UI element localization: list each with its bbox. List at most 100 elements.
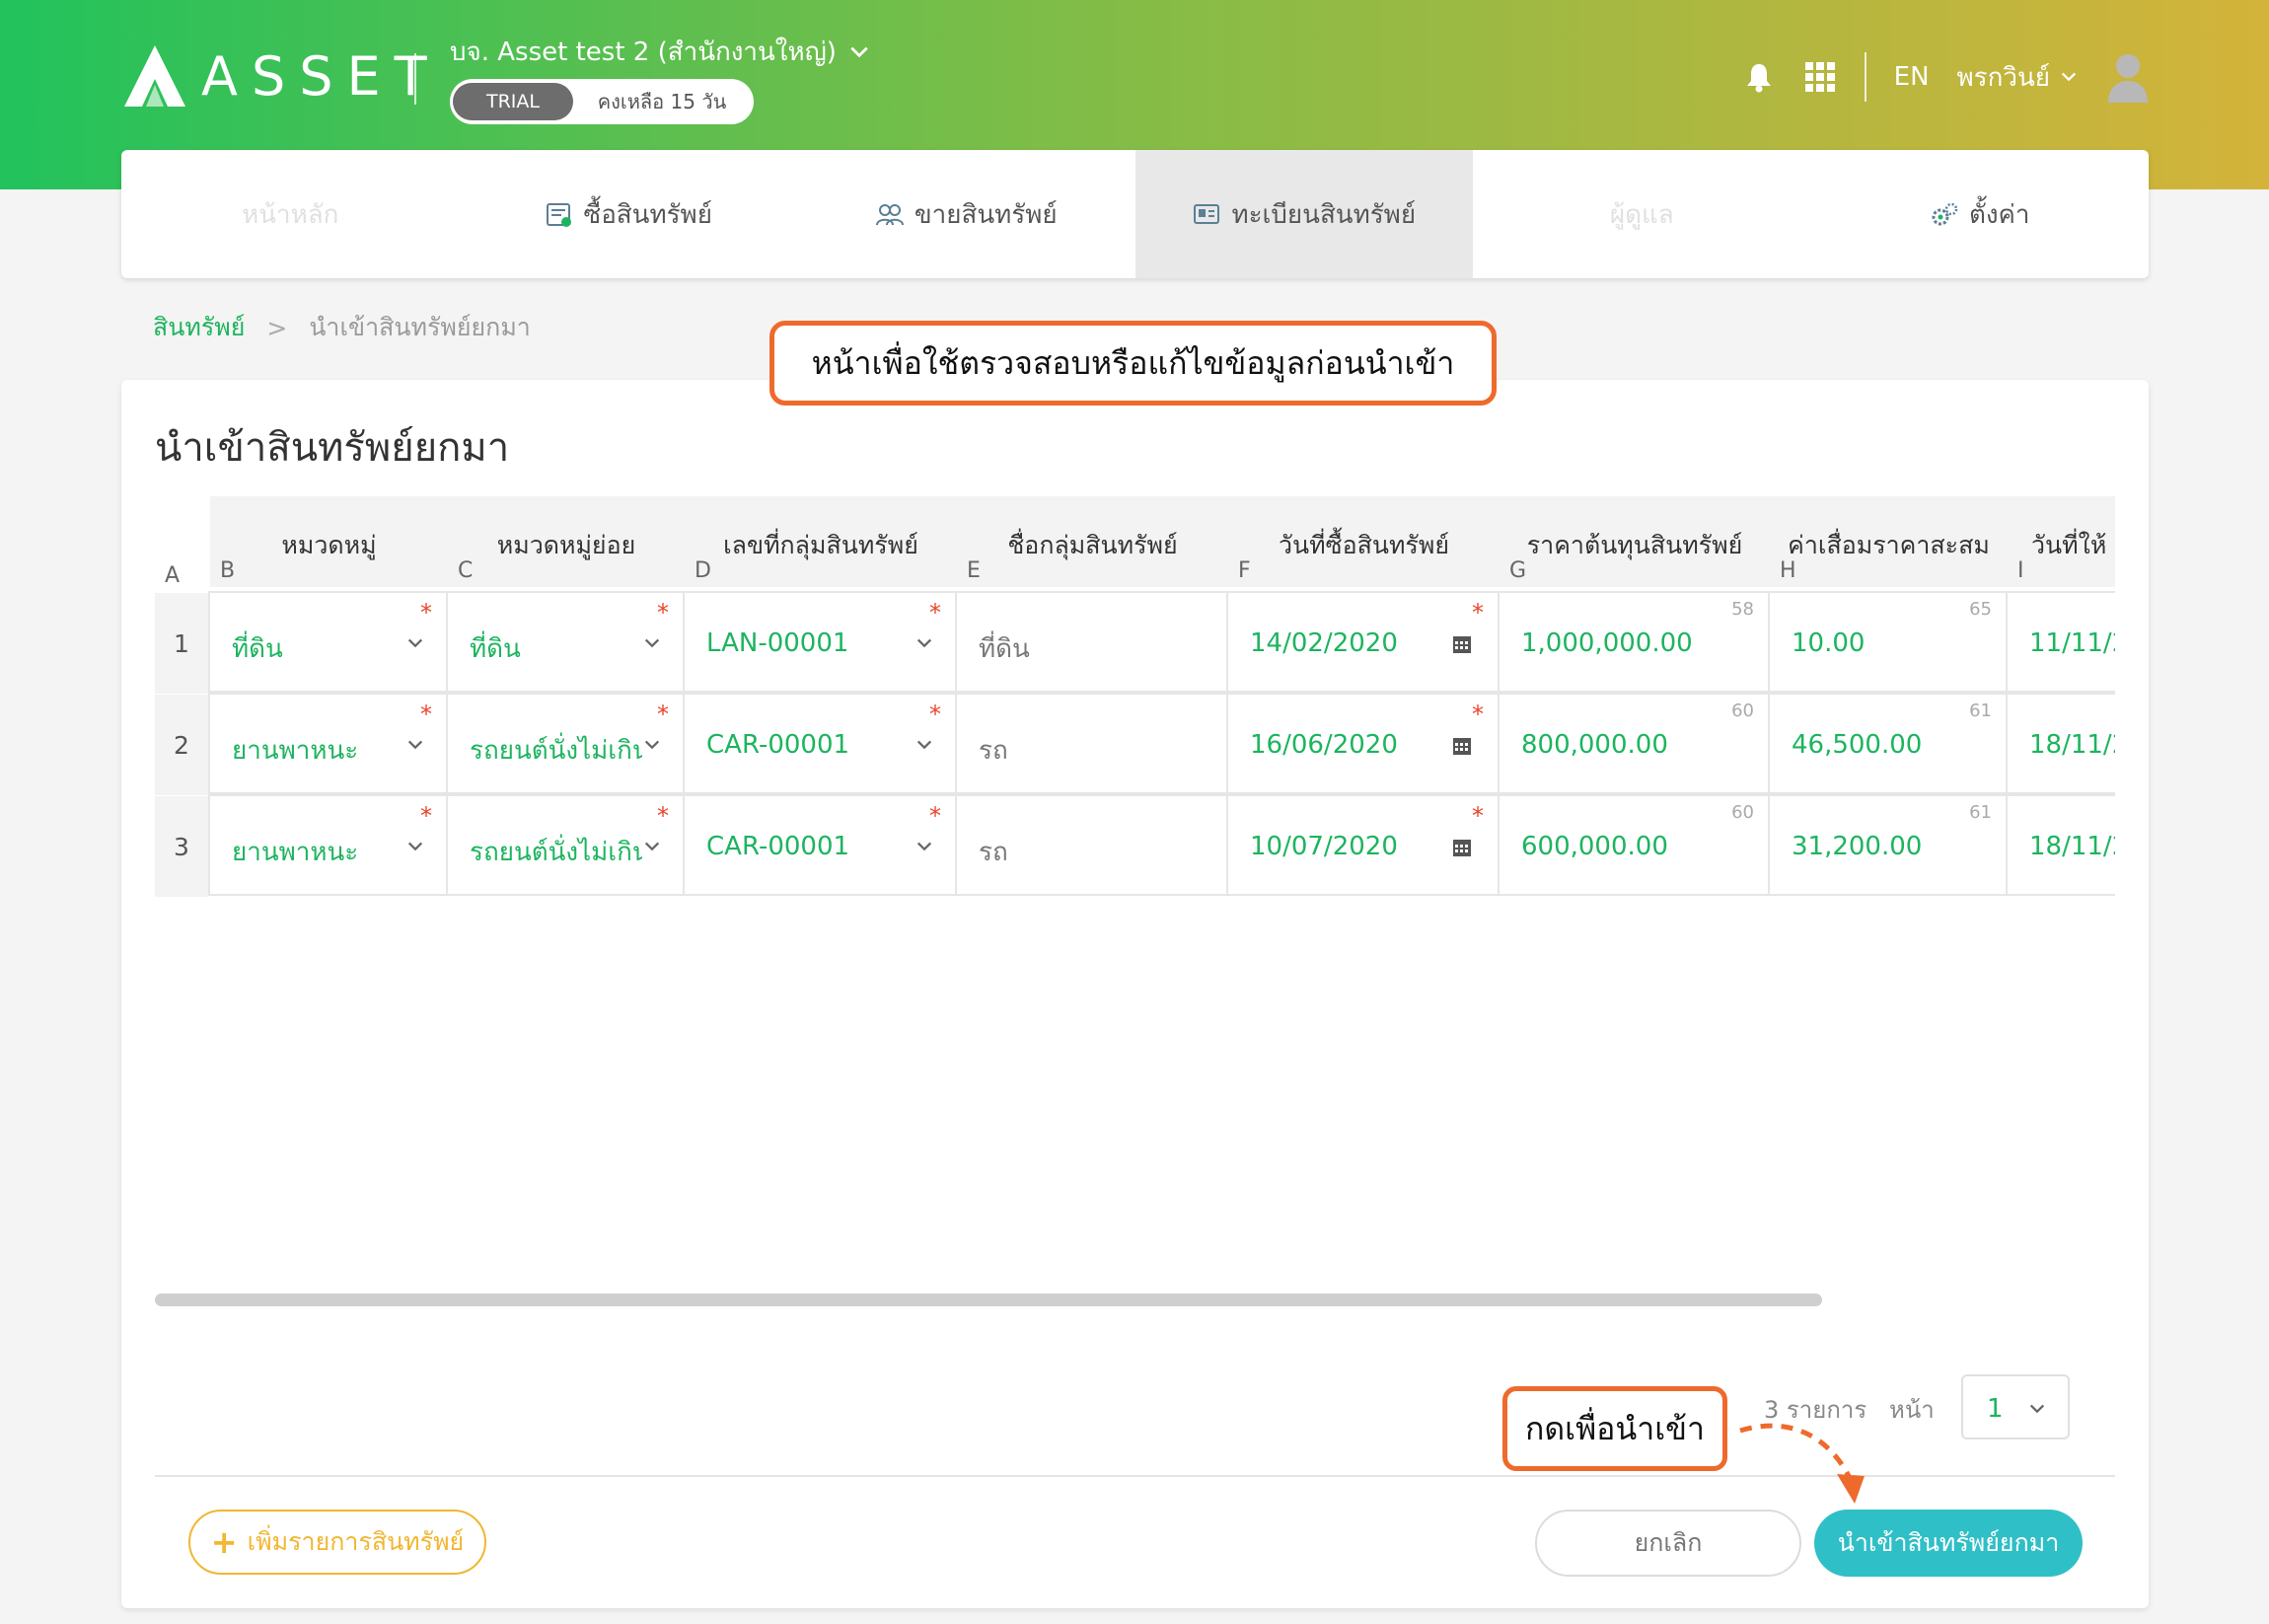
- column-letter: D: [695, 558, 711, 583]
- user-menu[interactable]: พรกวินย์: [1957, 57, 2078, 98]
- chevron-down-icon: [916, 638, 932, 648]
- cell-reference-number: 60: [1731, 701, 1754, 721]
- import-label: นำเข้าสินทรัพย์ยกมา: [1837, 1528, 2060, 1557]
- column-header-depreciation: ค่าเสื่อมราคาสะสม H: [1770, 496, 2008, 587]
- nav-item-label: ทะเบียนสินทรัพย์: [1231, 199, 1417, 230]
- cost-value: 800,000.00: [1521, 730, 1668, 760]
- import-button[interactable]: นำเข้าสินทรัพย์ยกมา: [1814, 1510, 2083, 1577]
- bell-icon[interactable]: [1742, 60, 1776, 94]
- category-value: ยานพาหนะ: [232, 736, 359, 766]
- depreciation-field[interactable]: 10.00 65: [1768, 591, 2008, 693]
- column-letter: C: [458, 558, 474, 583]
- group-no-select[interactable]: CAR-00001 *: [683, 794, 957, 896]
- page-note-callout: หน้าเพื่อใช้ตรวจสอบหรือแก้ไขข้อมูลก่อนนำ…: [769, 321, 1497, 406]
- start-date-value: 18/11/2: [2029, 832, 2115, 861]
- purchase-date-field[interactable]: 10/07/2020 *: [1226, 794, 1500, 896]
- subcategory-select[interactable]: รถยนต์นั่งไม่เกิน *: [446, 693, 685, 794]
- subcategory-select[interactable]: ที่ดิน *: [446, 591, 685, 693]
- company-selector[interactable]: บจ. Asset test 2 (สำนักงานใหญ่): [450, 32, 870, 72]
- chevron-down-icon: [644, 842, 660, 851]
- group-name-field[interactable]: ที่ดิน: [955, 591, 1228, 693]
- cell-reference-number: 61: [1969, 701, 1992, 721]
- avatar[interactable]: [2105, 51, 2151, 103]
- calendar-icon[interactable]: [1452, 736, 1472, 756]
- subcategory-value: รถยนต์นั่งไม่เกิน: [470, 838, 642, 867]
- column-header-label: ค่าเสื่อมราคาสะสม: [1788, 531, 1990, 559]
- start-date-value: 11/11/2: [2029, 628, 2115, 658]
- page-select[interactable]: 1: [1961, 1374, 2070, 1439]
- group-name-value: รถ: [979, 736, 1008, 766]
- column-letter: I: [2017, 558, 2024, 583]
- start-date-field[interactable]: 18/11/2: [2006, 693, 2115, 794]
- trial-days-remaining: คงเหลือ 15 วัน: [597, 90, 727, 113]
- column-header-label: เลขที่กลุ่มสินทรัพย์: [723, 531, 918, 559]
- nav-item-label: ผู้ดูแล: [1609, 199, 1674, 230]
- purchase-date-field[interactable]: 16/06/2020 *: [1226, 693, 1500, 794]
- nav-item-home[interactable]: หน้าหลัก: [121, 150, 460, 278]
- group-name-value: ที่ดิน: [979, 634, 1030, 664]
- category-select[interactable]: ยานพาหนะ *: [208, 794, 448, 896]
- column-letter: E: [967, 558, 981, 583]
- trial-status: TRIAL คงเหลือ 15 วัน: [450, 79, 754, 124]
- main-nav: หน้าหลัก ซื้อสินทรัพย์ ขายสินทรัพย์ ทะเบ…: [121, 150, 2149, 278]
- register-card-icon: [1194, 204, 1220, 224]
- nav-item-purchase[interactable]: ซื้อสินทรัพย์: [460, 150, 798, 278]
- column-header-group-name: ชื่อกลุ่มสินทรัพย์ E: [957, 496, 1228, 587]
- cancel-button[interactable]: ยกเลิก: [1535, 1510, 1801, 1577]
- group-name-field[interactable]: รถ: [955, 794, 1228, 896]
- chevron-down-icon: [407, 638, 423, 648]
- start-date-field[interactable]: 11/11/2: [2006, 591, 2115, 693]
- breadcrumb-root[interactable]: สินทรัพย์: [153, 308, 245, 347]
- group-no-select[interactable]: LAN-00001 *: [683, 591, 957, 693]
- column-header-category: หมวดหมู่ B: [210, 496, 448, 587]
- chevron-down-icon: [644, 638, 660, 648]
- required-mark: *: [420, 802, 432, 830]
- subcategory-select[interactable]: รถยนต์นั่งไม่เกิน *: [446, 794, 685, 896]
- language-switch[interactable]: EN: [1894, 62, 1930, 92]
- purchase-date-value: 16/06/2020: [1250, 730, 1398, 760]
- cancel-label: ยกเลิก: [1634, 1528, 1703, 1557]
- calendar-icon[interactable]: [1452, 838, 1472, 857]
- nav-item-sell[interactable]: ขายสินทรัพย์: [797, 150, 1135, 278]
- apps-grid-icon[interactable]: [1803, 60, 1837, 94]
- cell-reference-number: 58: [1731, 599, 1754, 620]
- gears-icon: [1932, 202, 1958, 226]
- depreciation-field[interactable]: 46,500.00 61: [1768, 693, 2008, 794]
- category-select[interactable]: ยานพาหนะ *: [208, 693, 448, 794]
- nav-item-caretaker[interactable]: ผู้ดูแล: [1473, 150, 1811, 278]
- purchase-date-value: 14/02/2020: [1250, 628, 1398, 658]
- cost-field[interactable]: 600,000.00 60: [1498, 794, 1770, 896]
- cost-field[interactable]: 800,000.00 60: [1498, 693, 1770, 794]
- start-date-field[interactable]: 18/11/2: [2006, 794, 2115, 896]
- calendar-icon[interactable]: [1452, 634, 1472, 654]
- cost-field[interactable]: 1,000,000.00 58: [1498, 591, 1770, 693]
- group-no-select[interactable]: CAR-00001 *: [683, 693, 957, 794]
- category-value: ยานพาหนะ: [232, 838, 359, 867]
- import-table: A หมวดหมู่ B หมวดหมู่ย่อย C เลขที่กลุ่มส…: [155, 496, 2115, 903]
- dashed-arrow-icon: [1739, 1423, 1865, 1504]
- cell-reference-number: 60: [1731, 802, 1754, 823]
- purchase-date-field[interactable]: 14/02/2020 *: [1226, 591, 1500, 693]
- category-select[interactable]: ที่ดิน *: [208, 591, 448, 693]
- group-name-value: รถ: [979, 838, 1008, 867]
- add-asset-label: เพิ่มรายการสินทรัพย์: [247, 1527, 465, 1556]
- nav-item-settings[interactable]: ตั้งค่า: [1811, 150, 2150, 278]
- chevron-down-icon: [407, 842, 423, 851]
- column-header-label: วันที่ซื้อสินทรัพย์: [1279, 531, 1449, 559]
- nav-item-register[interactable]: ทะเบียนสินทรัพย์: [1134, 150, 1473, 278]
- header-actions: EN พรกวินย์: [1742, 51, 2151, 103]
- cost-value: 1,000,000.00: [1521, 628, 1693, 658]
- required-mark: *: [657, 599, 669, 627]
- group-no-value: CAR-00001: [706, 832, 850, 861]
- depreciation-field[interactable]: 31,200.00 61: [1768, 794, 2008, 896]
- subcategory-value: ที่ดิน: [470, 634, 521, 664]
- chevron-down-icon: [916, 842, 932, 851]
- column-header-subcategory: หมวดหมู่ย่อย C: [448, 496, 685, 587]
- trial-badge: TRIAL: [453, 83, 573, 120]
- column-header-label: ชื่อกลุ่มสินทรัพย์: [1007, 531, 1178, 559]
- start-date-value: 18/11/2: [2029, 730, 2115, 760]
- horizontal-scrollbar[interactable]: [155, 1293, 1822, 1306]
- brand-logo[interactable]: ASSET: [120, 41, 441, 111]
- group-name-field[interactable]: รถ: [955, 693, 1228, 794]
- add-asset-button[interactable]: + เพิ่มรายการสินทรัพย์: [188, 1510, 486, 1575]
